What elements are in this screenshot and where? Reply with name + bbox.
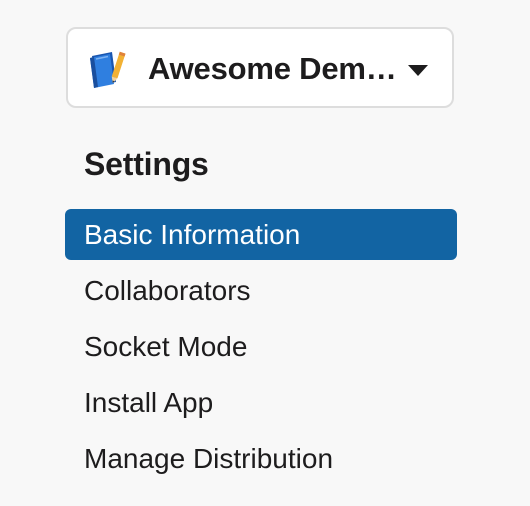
nav-item-label: Manage Distribution (84, 442, 334, 474)
app-name: Awesome Dem… (148, 51, 397, 86)
nav-item-label: Basic Information (84, 218, 301, 250)
nav-item-label: Collaborators (84, 274, 251, 306)
app-switcher-dropdown[interactable]: Awesome Dem… (66, 27, 454, 108)
caret-down-icon (408, 65, 428, 76)
app-settings-sidebar: Awesome Dem… Settings Basic Information … (0, 0, 530, 506)
nav-item-manage-distribution[interactable]: Manage Distribution (65, 433, 457, 484)
nav-item-install-app[interactable]: Install App (65, 377, 457, 428)
settings-heading: Settings (84, 146, 209, 182)
nav-item-socket-mode[interactable]: Socket Mode (65, 321, 457, 372)
nav-item-label: Socket Mode (84, 330, 248, 362)
nav-item-collaborators[interactable]: Collaborators (65, 265, 457, 316)
settings-nav: Basic Information Collaborators Socket M… (65, 209, 457, 489)
nav-item-label: Install App (84, 386, 214, 418)
notebook-app-icon (90, 51, 126, 88)
nav-item-basic-information[interactable]: Basic Information (65, 209, 457, 260)
